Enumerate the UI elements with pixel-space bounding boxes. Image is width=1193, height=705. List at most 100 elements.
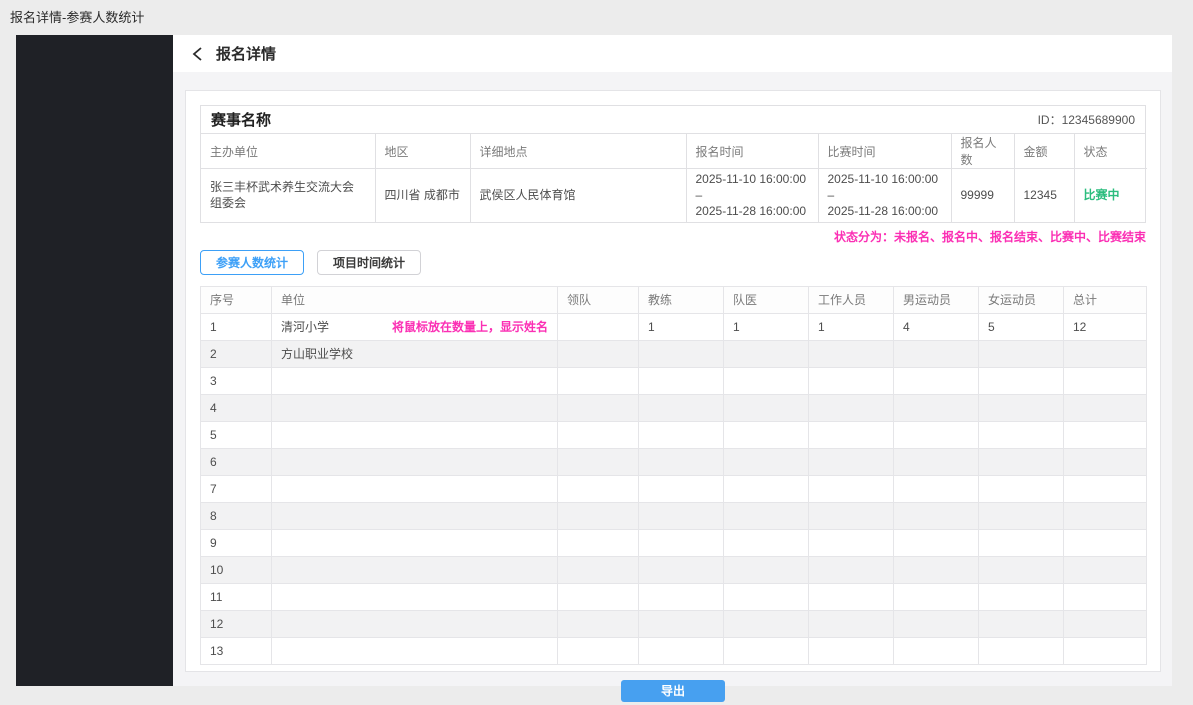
row-index-cell: 4: [201, 394, 272, 421]
event-info-col-header: 报名人数: [951, 134, 1014, 169]
event-info-value: 比赛中: [1074, 169, 1147, 222]
count-cell: [894, 475, 979, 502]
event-name-title: 赛事名称: [211, 109, 271, 130]
table-row: 9: [201, 529, 1147, 556]
count-cell: [1064, 502, 1147, 529]
count-cell: [558, 502, 639, 529]
page-title: 报名详情: [216, 43, 276, 64]
count-cell: [809, 529, 894, 556]
participant-stats-table: 序号单位领队教练队医工作人员男运动员女运动员总计 1清河小学将鼠标放在数量上，显…: [200, 286, 1147, 665]
table-row: 12: [201, 610, 1147, 637]
count-cell[interactable]: 1: [639, 313, 724, 340]
sidebar: [16, 35, 173, 686]
row-index-cell: 11: [201, 583, 272, 610]
table-row: 1清河小学将鼠标放在数量上，显示姓名1114512: [201, 313, 1147, 340]
count-cell: [979, 421, 1064, 448]
status-legend: 状态分为：未报名、报名中、报名结束、比赛中、比赛结束: [200, 228, 1146, 245]
row-index-cell: 5: [201, 421, 272, 448]
tab-bar: 参赛人数统计 项目时间统计: [200, 250, 1146, 275]
count-cell: [1064, 394, 1147, 421]
count-cell: [809, 367, 894, 394]
count-cell: [558, 475, 639, 502]
count-cell: [724, 610, 809, 637]
count-cell: [979, 583, 1064, 610]
count-cell: [639, 421, 724, 448]
event-info-col-header: 地区: [375, 134, 470, 169]
count-cell: [639, 475, 724, 502]
unit-cell: [272, 367, 558, 394]
row-index-cell: 2: [201, 340, 272, 367]
unit-cell: [272, 583, 558, 610]
count-cell: [894, 448, 979, 475]
event-info-col-header: 主办单位: [201, 134, 375, 169]
count-cell: [724, 637, 809, 664]
chevron-left-icon: [191, 46, 204, 62]
count-cell[interactable]: 5: [979, 313, 1064, 340]
event-info-value: 武侯区人民体育馆: [470, 169, 686, 222]
unit-cell: [272, 556, 558, 583]
event-info-col-header: 报名时间: [686, 134, 818, 169]
row-index-cell: 10: [201, 556, 272, 583]
count-cell: [1064, 421, 1147, 448]
count-cell: [724, 583, 809, 610]
row-index-cell: 8: [201, 502, 272, 529]
hover-hint-note: 将鼠标放在数量上，显示姓名: [392, 318, 548, 335]
count-cell: [1064, 448, 1147, 475]
row-index-cell: 3: [201, 367, 272, 394]
count-cell: [639, 448, 724, 475]
count-cell: [894, 556, 979, 583]
unit-cell: 方山职业学校: [272, 340, 558, 367]
unit-cell: 清河小学将鼠标放在数量上，显示姓名: [272, 313, 558, 340]
count-cell: [894, 583, 979, 610]
count-cell[interactable]: 12: [1064, 313, 1147, 340]
count-cell: [639, 637, 724, 664]
event-info-value: 张三丰杯武术养生交流大会组委会: [201, 169, 375, 222]
count-cell: [724, 529, 809, 556]
count-cell: [724, 448, 809, 475]
count-cell: [894, 637, 979, 664]
event-info-table: 主办单位地区详细地点报名时间比赛时间报名人数金额状态 张三丰杯武术养生交流大会组…: [201, 134, 1147, 222]
tab-event-time-stats[interactable]: 项目时间统计: [317, 250, 421, 275]
back-button[interactable]: [191, 46, 204, 62]
row-index-cell: 12: [201, 610, 272, 637]
table-row: 13: [201, 637, 1147, 664]
count-cell: [639, 367, 724, 394]
unit-cell: [272, 448, 558, 475]
row-index-cell: 6: [201, 448, 272, 475]
unit-cell: [272, 421, 558, 448]
count-cell: [979, 610, 1064, 637]
event-info-value: 99999: [951, 169, 1014, 222]
stats-col-header: 男运动员: [894, 286, 979, 313]
table-row: 7: [201, 475, 1147, 502]
table-row: 5: [201, 421, 1147, 448]
count-cell[interactable]: 1: [724, 313, 809, 340]
count-cell: [979, 502, 1064, 529]
export-button[interactable]: 导出: [621, 680, 725, 702]
event-info-value: 2025-11-10 16:00:00 – 2025-11-28 16:00:0…: [818, 169, 951, 222]
count-cell: [558, 637, 639, 664]
count-cell[interactable]: 1: [809, 313, 894, 340]
count-cell: [639, 340, 724, 367]
count-cell: [639, 556, 724, 583]
count-cell[interactable]: 4: [894, 313, 979, 340]
stats-col-header: 领队: [558, 286, 639, 313]
tab-participant-stats[interactable]: 参赛人数统计: [200, 250, 304, 275]
unit-cell: [272, 529, 558, 556]
count-cell: [1064, 475, 1147, 502]
row-index-cell: 7: [201, 475, 272, 502]
table-row: 2方山职业学校: [201, 340, 1147, 367]
content-wrapper: 报名详情 赛事名称 ID：12345689900 主办单位地区详细地点报名时间比…: [173, 35, 1172, 686]
stats-col-header: 教练: [639, 286, 724, 313]
event-info-value: 2025-11-10 16:00:00 – 2025-11-28 16:00:0…: [686, 169, 818, 222]
count-cell: [809, 448, 894, 475]
top-bar: 报名详情: [173, 35, 1172, 72]
count-cell: [894, 502, 979, 529]
count-cell: [979, 475, 1064, 502]
count-cell: [724, 394, 809, 421]
unit-cell: [272, 502, 558, 529]
count-cell: [724, 475, 809, 502]
count-cell: [809, 421, 894, 448]
count-cell: [724, 502, 809, 529]
event-info-value-row: 张三丰杯武术养生交流大会组委会四川省 成都市武侯区人民体育馆2025-11-10…: [201, 169, 1147, 222]
event-info-value: 四川省 成都市: [375, 169, 470, 222]
